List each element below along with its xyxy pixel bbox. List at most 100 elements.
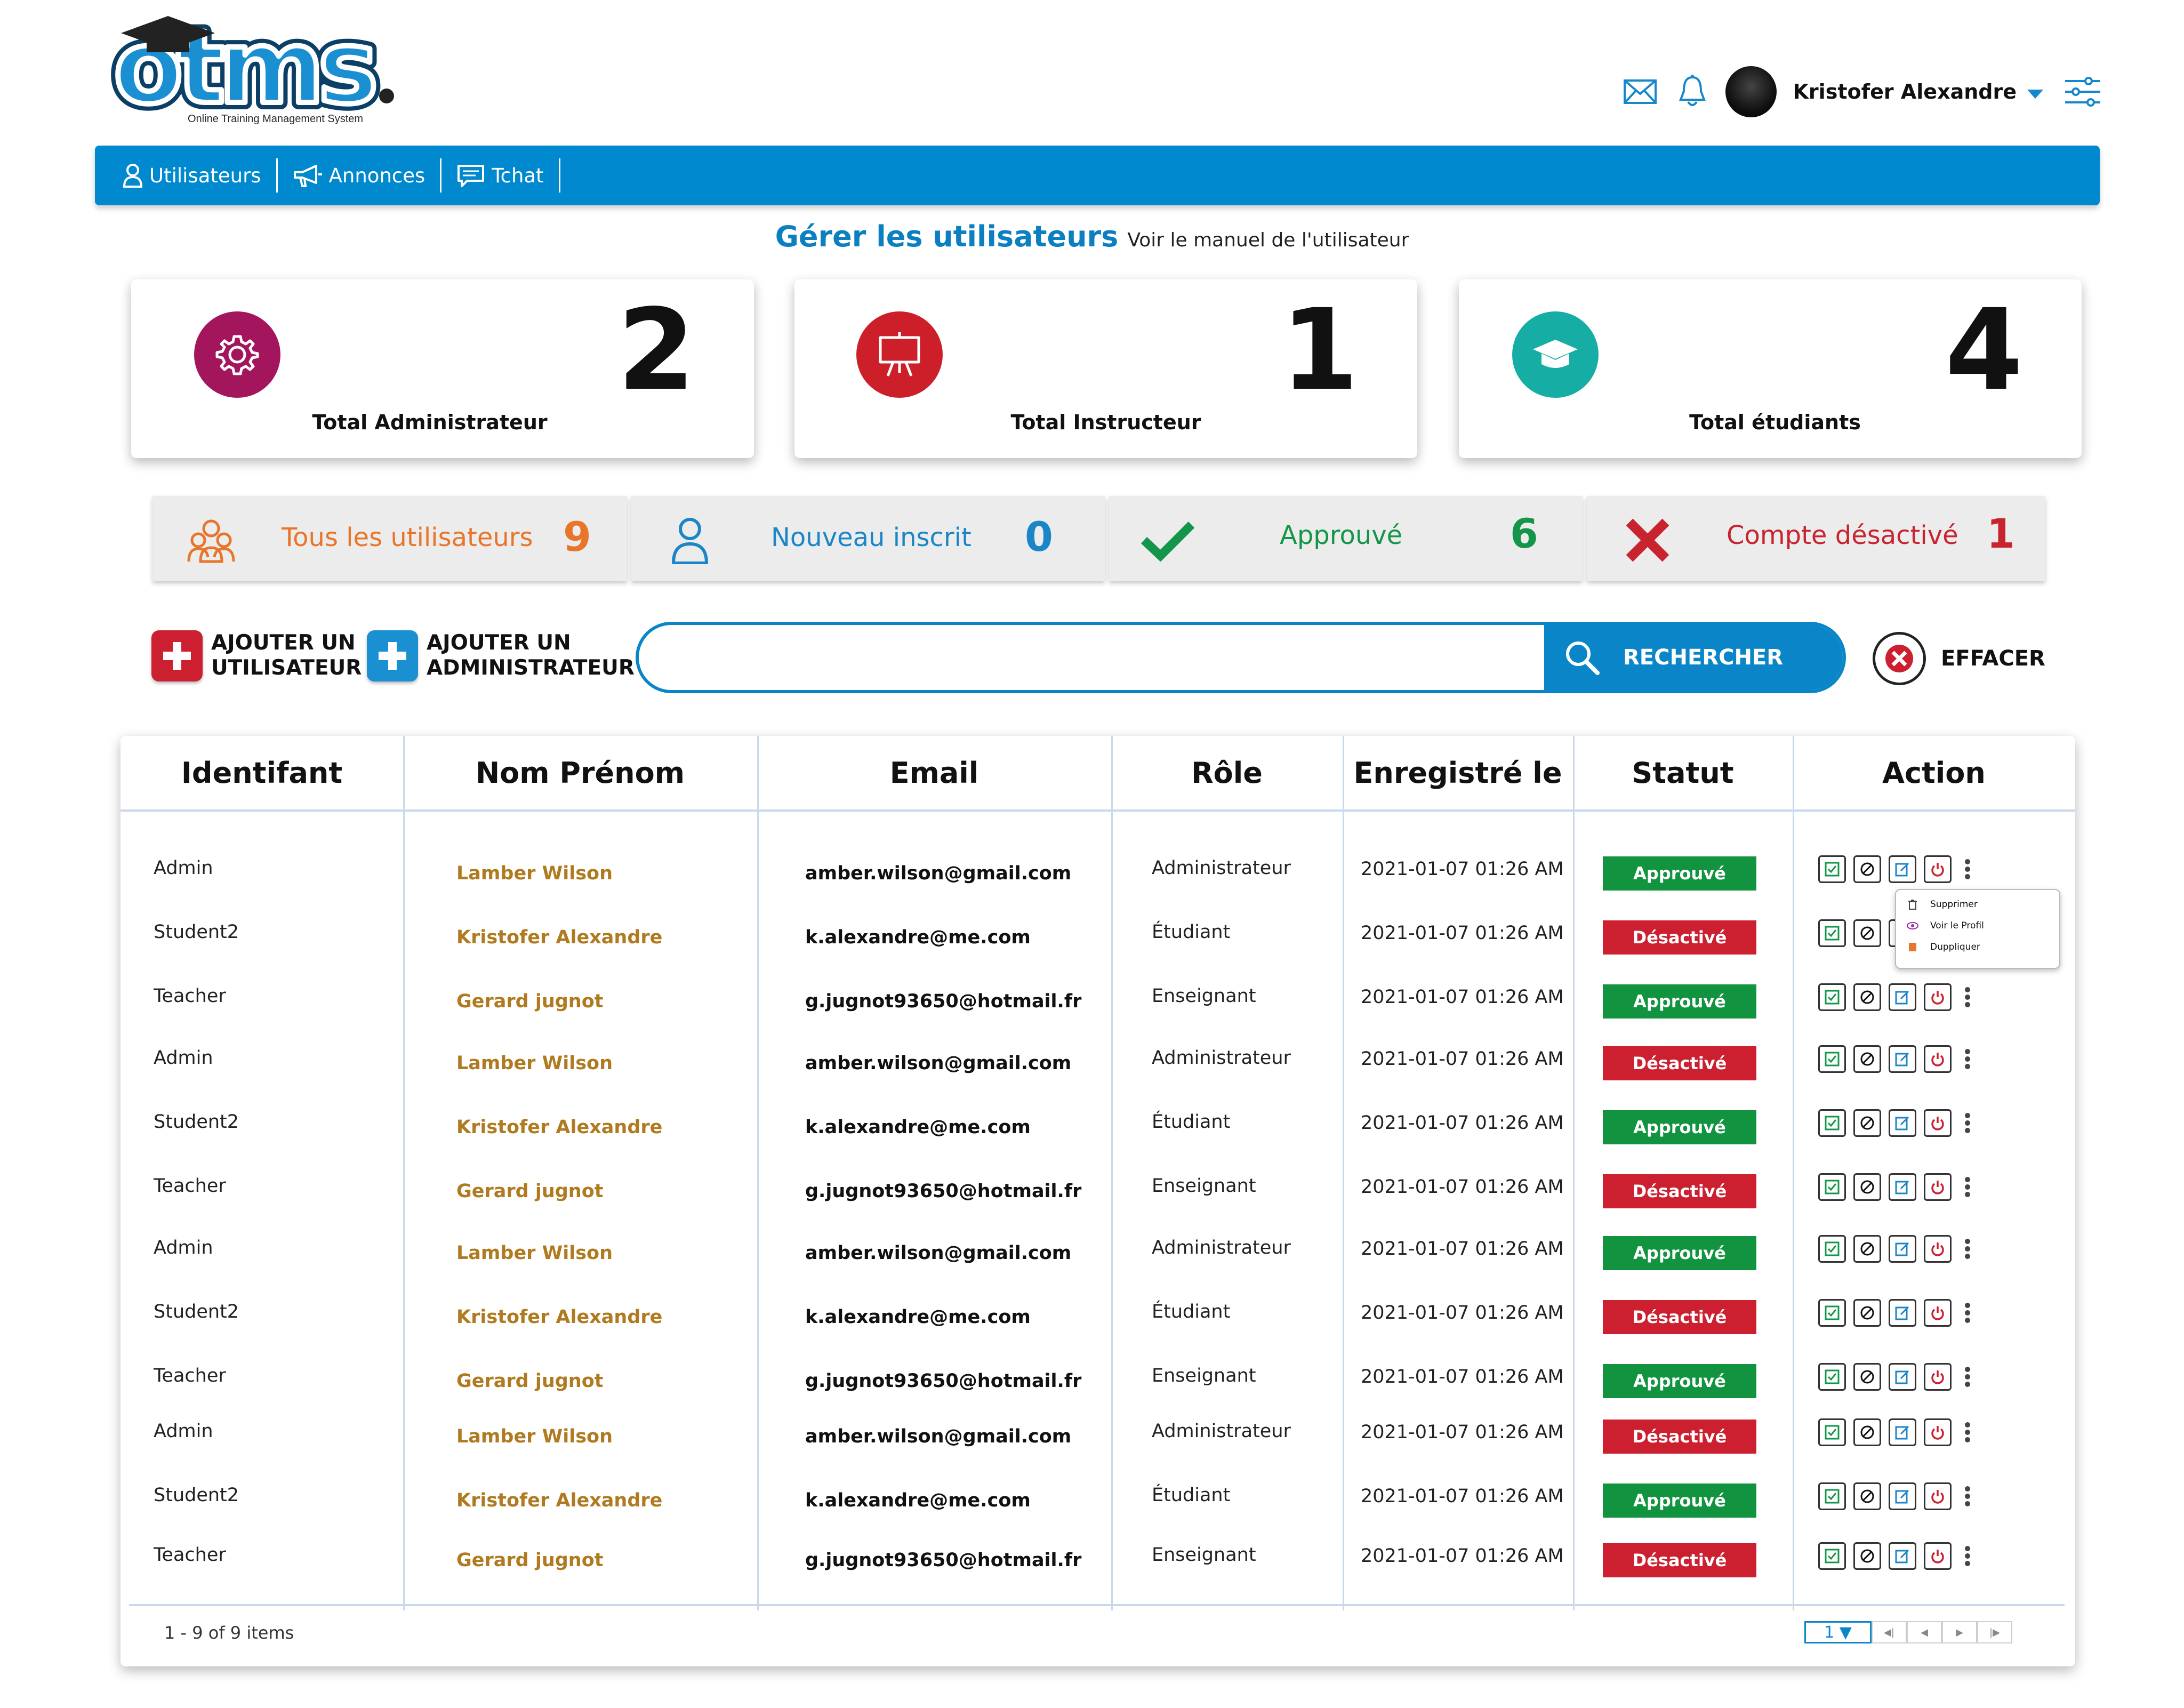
approve-icon[interactable]: [1818, 1542, 1846, 1570]
more-options-icon[interactable]: [1962, 1302, 1973, 1324]
col-header-role[interactable]: Rôle: [1111, 756, 1343, 790]
edit-icon[interactable]: [1889, 1235, 1916, 1263]
approve-icon[interactable]: [1818, 1363, 1846, 1391]
cell-name[interactable]: Lamber Wilson: [456, 1426, 613, 1447]
menu-item-view-profile[interactable]: Voir le Profil: [1907, 920, 1984, 932]
filter-deactivated[interactable]: Compte désactivé 1: [1587, 496, 2045, 581]
block-icon[interactable]: [1853, 983, 1881, 1011]
cell-name[interactable]: Gerard jugnot: [456, 1550, 604, 1571]
cell-name[interactable]: Kristofer Alexandre: [456, 1117, 662, 1138]
bell-icon[interactable]: [1671, 70, 1714, 113]
edit-icon[interactable]: [1889, 1173, 1916, 1201]
mail-icon[interactable]: [1619, 70, 1661, 113]
edit-icon[interactable]: [1889, 1109, 1916, 1137]
approve-icon[interactable]: [1818, 1482, 1846, 1510]
power-icon[interactable]: [1924, 1482, 1952, 1510]
power-icon[interactable]: [1924, 1418, 1952, 1446]
more-options-icon[interactable]: [1962, 986, 1973, 1008]
more-options-icon[interactable]: [1962, 1176, 1973, 1198]
cell-name[interactable]: Lamber Wilson: [456, 1242, 613, 1264]
approve-icon[interactable]: [1818, 1109, 1846, 1137]
power-icon[interactable]: [1924, 1542, 1952, 1570]
col-header-date[interactable]: Enregistré le: [1343, 756, 1573, 790]
more-options-icon[interactable]: [1962, 1485, 1973, 1507]
approve-icon[interactable]: [1818, 1418, 1846, 1446]
edit-icon[interactable]: [1889, 855, 1916, 883]
page-select[interactable]: 1 ▼: [1804, 1621, 1872, 1643]
cell-name[interactable]: Gerard jugnot: [456, 1370, 604, 1392]
col-header-id[interactable]: Identifant: [121, 756, 403, 790]
more-options-icon[interactable]: [1962, 1545, 1973, 1567]
block-icon[interactable]: [1853, 1418, 1881, 1446]
menu-item-delete[interactable]: Supprimer: [1907, 899, 1978, 910]
col-header-email[interactable]: Email: [757, 756, 1111, 790]
edit-icon[interactable]: [1889, 1045, 1916, 1073]
block-icon[interactable]: [1853, 1109, 1881, 1137]
power-icon[interactable]: [1924, 1299, 1952, 1327]
user-manual-link[interactable]: Voir le manuel de l'utilisateur: [1127, 229, 1409, 251]
add-user-button[interactable]: AJOUTER UN UTILISATEUR: [151, 630, 362, 681]
block-icon[interactable]: [1853, 1363, 1881, 1391]
power-icon[interactable]: [1924, 855, 1952, 883]
filter-approved[interactable]: Approuvé 6: [1109, 496, 1583, 581]
search-input[interactable]: [639, 625, 1544, 690]
more-options-icon[interactable]: [1962, 1048, 1973, 1070]
approve-icon[interactable]: [1818, 855, 1846, 883]
more-options-icon[interactable]: [1962, 1421, 1973, 1444]
approve-icon[interactable]: [1818, 983, 1846, 1011]
approve-icon[interactable]: [1818, 1235, 1846, 1263]
block-icon[interactable]: [1853, 1542, 1881, 1570]
avatar[interactable]: [1725, 66, 1777, 117]
cell-name[interactable]: Gerard jugnot: [456, 991, 604, 1012]
cell-name[interactable]: Lamber Wilson: [456, 863, 613, 884]
edit-icon[interactable]: [1889, 1482, 1916, 1510]
cell-name[interactable]: Lamber Wilson: [456, 1053, 613, 1074]
edit-icon[interactable]: [1889, 1418, 1916, 1446]
more-options-icon[interactable]: [1962, 1366, 1973, 1388]
more-options-icon[interactable]: [1962, 1238, 1973, 1260]
col-header-status[interactable]: Statut: [1573, 756, 1793, 790]
edit-icon[interactable]: [1889, 1542, 1916, 1570]
user-name[interactable]: Kristofer Alexandre: [1793, 80, 2017, 103]
nav-item-annonces[interactable]: Annonces: [293, 158, 442, 193]
chevron-down-icon[interactable]: [2027, 89, 2043, 99]
nav-item-tchat[interactable]: Tchat: [456, 158, 560, 193]
power-icon[interactable]: [1924, 1235, 1952, 1263]
block-icon[interactable]: [1853, 919, 1881, 947]
block-icon[interactable]: [1853, 1299, 1881, 1327]
clear-button[interactable]: EFFACER: [1873, 632, 2045, 685]
settings-sliders-icon[interactable]: [2061, 70, 2104, 113]
power-icon[interactable]: [1924, 1363, 1952, 1391]
cell-name[interactable]: Kristofer Alexandre: [456, 1490, 662, 1511]
cell-name[interactable]: Kristofer Alexandre: [456, 1306, 662, 1328]
col-header-name[interactable]: Nom Prénom: [403, 756, 757, 790]
prev-page-button[interactable]: ◀: [1907, 1621, 1942, 1643]
edit-icon[interactable]: [1889, 1299, 1916, 1327]
approve-icon[interactable]: [1818, 1299, 1846, 1327]
approve-icon[interactable]: [1818, 1173, 1846, 1201]
add-admin-button[interactable]: AJOUTER UN ADMINISTRATEUR: [367, 630, 635, 681]
block-icon[interactable]: [1853, 1173, 1881, 1201]
nav-item-utilisateurs[interactable]: Utilisateurs: [123, 158, 278, 193]
block-icon[interactable]: [1853, 1045, 1881, 1073]
cell-name[interactable]: Gerard jugnot: [456, 1181, 604, 1202]
power-icon[interactable]: [1924, 1173, 1952, 1201]
filter-all-users[interactable]: Tous les utilisateurs 9: [152, 496, 627, 581]
next-page-button[interactable]: ▶: [1942, 1621, 1977, 1643]
menu-item-duplicate[interactable]: Duppliquer: [1907, 941, 1980, 953]
edit-icon[interactable]: [1889, 1363, 1916, 1391]
block-icon[interactable]: [1853, 1235, 1881, 1263]
block-icon[interactable]: [1853, 855, 1881, 883]
power-icon[interactable]: [1924, 1109, 1952, 1137]
edit-icon[interactable]: [1889, 983, 1916, 1011]
more-options-icon[interactable]: [1962, 858, 1973, 880]
last-page-button[interactable]: |▶: [1977, 1621, 2012, 1643]
power-icon[interactable]: [1924, 983, 1952, 1011]
more-options-icon[interactable]: [1962, 1112, 1973, 1134]
approve-icon[interactable]: [1818, 1045, 1846, 1073]
power-icon[interactable]: [1924, 1045, 1952, 1073]
approve-icon[interactable]: [1818, 919, 1846, 947]
search-button[interactable]: RECHERCHER: [1544, 625, 1843, 690]
first-page-button[interactable]: ◀|: [1872, 1621, 1907, 1643]
filter-new-registered[interactable]: Nouveau inscrit 0: [631, 496, 1105, 581]
